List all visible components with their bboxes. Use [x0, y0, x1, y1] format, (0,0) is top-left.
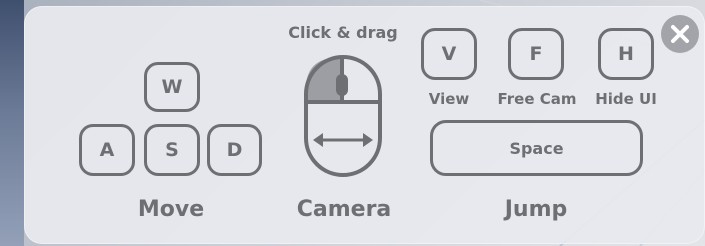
mouse-icon — [304, 55, 382, 177]
key-s-label: S — [165, 139, 179, 161]
key-h[interactable]: H — [598, 28, 654, 80]
key-v[interactable]: V — [421, 28, 477, 80]
camera-hint: Click & drag — [288, 23, 398, 42]
close-icon — [671, 25, 689, 43]
key-d[interactable]: D — [207, 124, 262, 176]
section-move: Move — [137, 197, 205, 222]
key-space-label: Space — [509, 138, 564, 158]
horizontal-arrow-icon — [313, 133, 373, 147]
key-w[interactable]: W — [144, 62, 200, 112]
key-w-label: W — [161, 76, 183, 98]
label-view: View — [428, 90, 470, 108]
key-h-label: H — [618, 43, 634, 65]
key-d-label: D — [226, 139, 243, 161]
close-button[interactable] — [661, 15, 699, 53]
label-hide-ui: Hide UI — [595, 90, 657, 108]
key-f[interactable]: F — [508, 28, 564, 80]
key-a[interactable]: A — [79, 124, 135, 176]
label-free-cam: Free Cam — [497, 90, 577, 108]
key-a-label: A — [99, 139, 115, 161]
key-f-label: F — [529, 43, 543, 65]
key-s[interactable]: S — [144, 124, 200, 176]
key-space[interactable]: Space — [430, 120, 643, 176]
section-jump: Jump — [504, 197, 568, 222]
key-v-label: V — [441, 43, 457, 65]
section-camera: Camera — [296, 197, 392, 222]
